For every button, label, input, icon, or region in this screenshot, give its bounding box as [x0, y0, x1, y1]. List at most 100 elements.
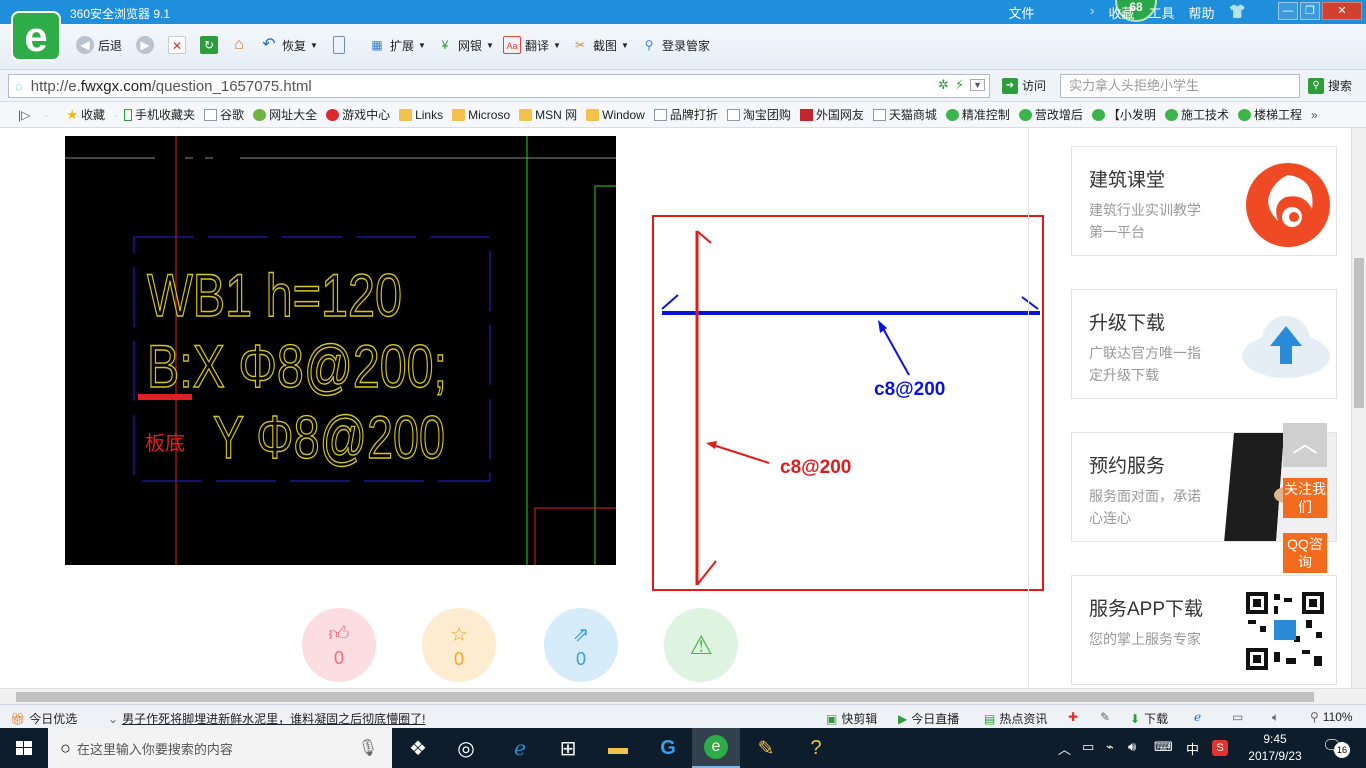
bookmark-windows[interactable]: Window	[586, 108, 645, 122]
zoom-control[interactable]: ⚲ 110%	[1310, 710, 1353, 724]
start-button[interactable]	[0, 728, 48, 768]
screenshot-button[interactable]: ✂ 截图 ▼	[571, 36, 629, 54]
task-view-icon[interactable]: ❖	[394, 728, 442, 768]
report-button[interactable]: ⚠	[664, 608, 738, 682]
bookmark-tmall[interactable]: 天猫商城	[872, 106, 937, 123]
bookmark-favorites[interactable]: ★ 收藏	[66, 106, 105, 123]
translate-button[interactable]: Aa 翻译 ▼	[503, 36, 561, 54]
system-clock[interactable]: 9:45 2017/9/23	[1240, 731, 1310, 765]
volume-button[interactable]: 🔈︎	[1272, 710, 1279, 725]
card-upgrade-download[interactable]: 升级下载 广联达官方唯一指定升级下载	[1071, 289, 1337, 399]
url-text[interactable]: http://e.fwxgx.com/question_1657075.html	[31, 78, 312, 95]
keyboard-icon[interactable]: ⌨	[1154, 739, 1173, 755]
bookmark-google[interactable]: 谷歌	[204, 106, 244, 123]
bookmark-games[interactable]: 游戏中心	[326, 106, 390, 123]
bookmark-links[interactable]: Links	[399, 108, 443, 122]
security-button[interactable]: ✚	[1068, 710, 1078, 724]
window-mode-button[interactable]: ▭	[1232, 710, 1243, 724]
edge-browser-icon[interactable]: ℯ	[496, 728, 544, 768]
video-clip-icon: ▣	[826, 711, 838, 726]
menu-help[interactable]: 帮助	[1189, 3, 1215, 22]
follow-us-button[interactable]: 关注我们	[1283, 478, 1327, 518]
ime-indicator[interactable]: 中	[1186, 739, 1199, 758]
stop-button[interactable]: ✕	[168, 36, 186, 54]
app-g-icon[interactable]: G	[644, 728, 692, 768]
action-center-button[interactable]: 🗨︎ 16	[1322, 736, 1350, 758]
bookmark-wechat-5[interactable]: 楼梯工程	[1237, 106, 1302, 123]
mobile-button[interactable]	[333, 36, 345, 54]
card-app-download[interactable]: 服务APP下载 您的掌上服务专家	[1071, 575, 1337, 685]
taskbar-search-input[interactable]: ○ 在这里输入你要搜索的内容 🎙︎	[48, 728, 392, 768]
qr-code-icon[interactable]	[1244, 590, 1326, 672]
compat-mode-icon[interactable]: ✲	[938, 77, 949, 93]
app-swirl-icon[interactable]: ◎	[442, 728, 490, 768]
bookmark-wechat-1[interactable]: 精准控制	[945, 106, 1010, 123]
refresh-button[interactable]: ↻	[200, 36, 218, 54]
bookmark-microsoft[interactable]: Microso	[452, 108, 510, 122]
volume-tray-icon[interactable]: 🔊︎	[1128, 739, 1136, 755]
microphone-icon[interactable]: 🎙︎	[358, 738, 378, 758]
like-button[interactable]: 👍︎ 0	[302, 608, 376, 682]
bookmark-brand-sale[interactable]: 品牌打折	[653, 106, 718, 123]
home-button[interactable]: ⌂	[230, 36, 248, 54]
file-explorer-icon[interactable]: ▬	[594, 728, 642, 768]
horizontal-scrollbar[interactable]	[0, 688, 1366, 704]
quick-clip-button[interactable]: ▣ 快剪辑	[826, 710, 877, 727]
help-app-icon[interactable]: ?	[792, 728, 840, 768]
bookmark-mobile[interactable]: 手机收藏夹	[124, 106, 195, 123]
bookmark-msn[interactable]: MSN 网	[519, 106, 577, 123]
bookmark-wechat-3[interactable]: 【小发明	[1091, 106, 1156, 123]
vertical-scroll-thumb[interactable]	[1354, 258, 1364, 408]
back-to-top-button[interactable]: ︿	[1283, 423, 1327, 467]
favorite-button[interactable]: ☆ 0	[422, 608, 496, 682]
close-button[interactable]: ✕	[1322, 2, 1362, 20]
back-button[interactable]: ◀ 后退	[76, 36, 122, 54]
browser-360-taskbar-icon[interactable]: e	[692, 728, 740, 768]
bookmark-nav[interactable]: 网址大全	[253, 106, 317, 123]
pin-button[interactable]: ✎	[1100, 710, 1110, 724]
network-icon[interactable]: ⌁	[1106, 739, 1114, 755]
speed-mode-icon[interactable]: ⚡	[955, 77, 964, 93]
notes-app-icon[interactable]: ✎	[742, 728, 790, 768]
skin-icon[interactable]: 👕	[1229, 3, 1246, 22]
minimize-button[interactable]: —	[1278, 2, 1298, 20]
sidebar-toggle-icon[interactable]: |▷	[18, 108, 30, 122]
menu-tools[interactable]: 工具	[1149, 3, 1175, 22]
horizontal-scroll-thumb[interactable]	[16, 692, 1314, 702]
tray-device-icon[interactable]: ▭	[1082, 739, 1094, 755]
extend-button[interactable]: ▦ 扩展 ▼	[368, 36, 426, 54]
card-building-class[interactable]: 建筑课堂 建筑行业实训教学第一平台	[1071, 146, 1337, 256]
visit-button[interactable]: ➜ 访问	[1002, 77, 1046, 94]
menu-favorites[interactable]: 收藏	[1109, 3, 1135, 22]
bookmark-wechat-2[interactable]: 营改增后	[1018, 106, 1083, 123]
download-button[interactable]: ⬇ 下载	[1130, 710, 1168, 727]
hot-news-button[interactable]: ▤ 热点资讯	[984, 710, 1047, 727]
daily-picks-button[interactable]: 🎁︎ 今日优选	[10, 710, 77, 727]
bookmark-foreign-friends[interactable]: 外国网友	[799, 106, 864, 123]
share-button[interactable]: ⇗ 0	[544, 608, 618, 682]
maximize-button[interactable]: ❐	[1300, 2, 1320, 20]
ie-mode-button[interactable]: ℯ	[1194, 710, 1201, 724]
headline-link[interactable]: ⌄ 男子作死将脚埋进新鲜水泥里，谁料凝固之后彻底懵圈了!	[108, 710, 425, 727]
url-prefix: http://e.	[30, 77, 81, 95]
store-icon[interactable]: ⊞	[544, 728, 592, 768]
sogou-ime-icon[interactable]: S	[1212, 740, 1228, 756]
menu-bar: 文件 收藏 工具 帮助 👕	[1009, 3, 1247, 22]
search-input[interactable]: 实力拿人头拒绝小学生	[1060, 74, 1300, 98]
menu-file[interactable]: 文件	[1009, 3, 1035, 22]
bookmark-wechat-4[interactable]: 施工技术	[1164, 106, 1229, 123]
forward-button[interactable]: ▶	[136, 36, 154, 54]
more-bookmarks-icon[interactable]: »	[1311, 108, 1318, 122]
url-history-dropdown-icon[interactable]: ▼	[970, 79, 985, 91]
browser-logo-icon[interactable]: e	[11, 11, 61, 61]
restore-button[interactable]: ↶ 恢复 ▼	[260, 36, 318, 54]
live-button[interactable]: ▶ 今日直播	[898, 710, 959, 727]
vertical-scrollbar[interactable]	[1351, 128, 1366, 688]
bookmark-taobao[interactable]: 淘宝团购	[726, 106, 791, 123]
address-bar[interactable]: ◌ http://e.fwxgx.com/question_1657075.ht…	[8, 74, 990, 98]
bank-button[interactable]: ¥ 网银 ▼	[436, 36, 494, 54]
qq-consult-button[interactable]: QQ咨询	[1283, 533, 1327, 573]
search-button[interactable]: ⚲ 搜索	[1308, 77, 1352, 94]
login-manager-button[interactable]: ⚲ 登录管家	[640, 36, 710, 54]
tray-expand-icon[interactable]: ︿	[1058, 739, 1071, 758]
